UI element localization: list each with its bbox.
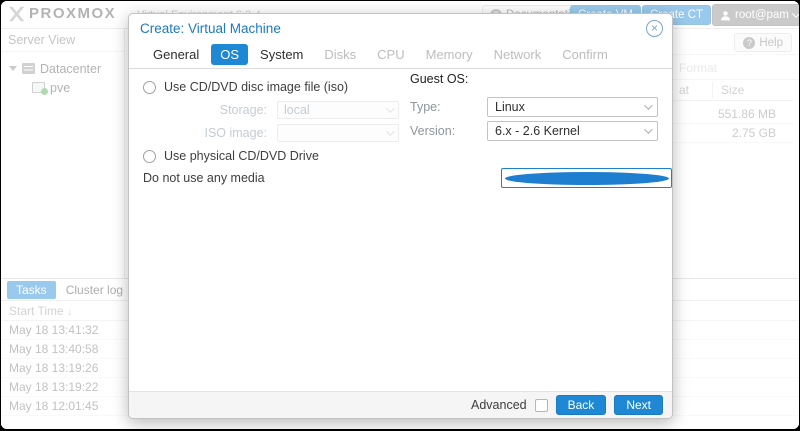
back-button[interactable]: Back <box>556 395 607 415</box>
chevron-down-icon <box>644 125 652 133</box>
chevron-down-icon <box>644 101 652 109</box>
iso-image-select <box>277 124 399 142</box>
tab-cpu: CPU <box>368 44 413 65</box>
next-button[interactable]: Next <box>614 395 663 415</box>
radio-icon[interactable] <box>143 150 156 163</box>
storage-label: Storage: <box>139 103 267 117</box>
app-window: PROXMOX Virtual Environment 6.2-4 ? Docu… <box>1 1 799 429</box>
tab-network: Network <box>485 44 551 65</box>
chevron-down-icon <box>386 104 394 112</box>
tab-system[interactable]: System <box>251 44 312 65</box>
tab-general[interactable]: General <box>144 44 208 65</box>
type-select[interactable]: Linux <box>487 97 658 117</box>
radio-icon[interactable] <box>143 81 156 94</box>
iso-image-label: ISO image: <box>139 126 267 140</box>
version-select[interactable]: 6.x - 2.6 Kernel <box>487 121 658 141</box>
dialog-title: Create: Virtual Machine <box>140 21 281 36</box>
storage-select: local <box>277 101 399 119</box>
type-label: Type: <box>410 100 441 114</box>
tab-confirm: Confirm <box>553 44 617 65</box>
tab-memory: Memory <box>417 44 482 65</box>
advanced-checkbox[interactable] <box>535 399 548 412</box>
radio-no-media[interactable]: Do not use any media <box>143 171 265 185</box>
advanced-label: Advanced <box>471 398 527 412</box>
guest-os-heading: Guest OS: <box>410 72 468 86</box>
chevron-down-icon <box>386 127 394 135</box>
create-vm-dialog: Create: Virtual Machine × General OS Sys… <box>128 13 673 419</box>
iso-image-field-row: ISO image: <box>129 124 409 144</box>
wizard-tab-bar: General OS System Disks CPU Memory Netwo… <box>129 41 672 69</box>
tab-os[interactable]: OS <box>211 44 248 65</box>
radio-selected-icon[interactable] <box>501 168 672 188</box>
dialog-footer: Advanced Back Next <box>129 391 672 418</box>
close-icon[interactable]: × <box>646 20 663 37</box>
storage-field-row: Storage: local <box>129 101 409 121</box>
radio-physical-drive[interactable]: Use physical CD/DVD Drive <box>143 149 319 163</box>
radio-use-iso[interactable]: Use CD/DVD disc image file (iso) <box>143 80 348 94</box>
tab-disks: Disks <box>315 44 365 65</box>
version-label: Version: <box>410 124 455 138</box>
